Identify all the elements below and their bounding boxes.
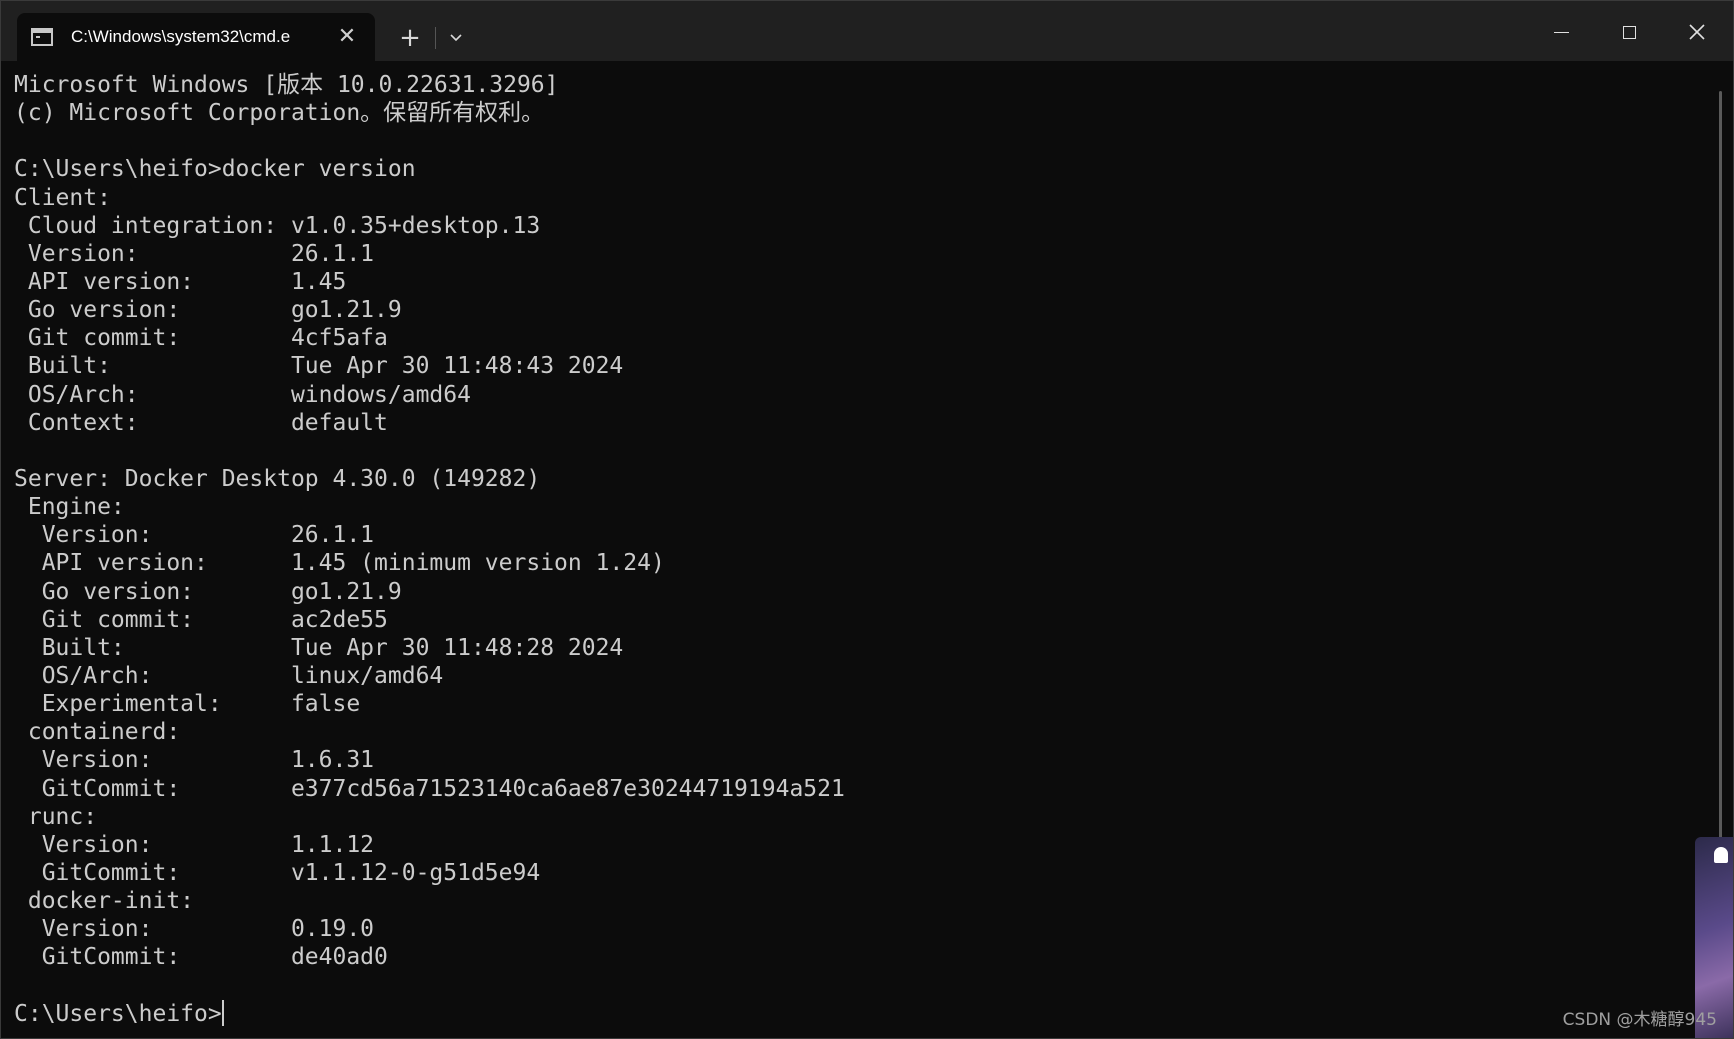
close-window-button[interactable] xyxy=(1663,1,1731,61)
console-line: API version: 1.45 (minimum version 1.24) xyxy=(14,550,665,577)
console-line: Microsoft Windows [版本 10.0.22631.3296] xyxy=(14,72,559,98)
console-output[interactable]: Microsoft Windows [版本 10.0.22631.3296] (c… xyxy=(14,71,1694,1031)
console-line: Go version: go1.21.9 xyxy=(14,297,402,324)
console-line: docker-init: xyxy=(14,888,195,915)
chevron-down-icon[interactable] xyxy=(439,21,473,55)
console-line: Version: 1.6.31 xyxy=(14,747,375,774)
console-line: Built: Tue Apr 30 11:48:28 2024 xyxy=(14,634,624,661)
console-line: Version: 0.19.0 xyxy=(14,916,375,943)
maximize-icon xyxy=(1623,26,1636,39)
console-line: Client: xyxy=(14,184,111,211)
console-line: GitCommit: e377cd56a71523140ca6ae87e3024… xyxy=(14,775,845,802)
new-tab-button[interactable]: + xyxy=(393,21,427,55)
bell-icon xyxy=(1714,847,1728,863)
console-line: C:\Users\heifo>docker version xyxy=(14,156,416,183)
console-line: GitCommit: de40ad0 xyxy=(14,944,388,971)
console-line: Version: 26.1.1 xyxy=(14,240,375,267)
tab-title: C:\Windows\system32\cmd.e xyxy=(71,27,291,46)
console-line: Built: Tue Apr 30 11:48:43 2024 xyxy=(14,353,624,380)
console-line: Git commit: ac2de55 xyxy=(14,606,388,633)
console-line: Version: 26.1.1 xyxy=(14,522,375,549)
terminal-window: C:\Windows\system32\cmd.e ✕ + Microsoft … xyxy=(0,0,1734,1039)
maximize-button[interactable] xyxy=(1595,1,1663,61)
tab-divider xyxy=(435,27,436,49)
close-tab-icon[interactable]: ✕ xyxy=(333,23,361,51)
console-line: containerd: xyxy=(14,719,181,746)
console-line: API version: 1.45 xyxy=(14,268,347,295)
close-icon xyxy=(1689,24,1705,40)
console-line: Engine: xyxy=(14,494,125,521)
console-line: OS/Arch: linux/amd64 xyxy=(14,662,444,689)
console-line: Cloud integration: v1.0.35+desktop.13 xyxy=(14,212,541,239)
console-line: Context: default xyxy=(14,409,388,436)
terminal-icon xyxy=(31,28,53,46)
console-line: runc: xyxy=(14,803,98,830)
watermark: CSDN @木糖醇945 xyxy=(1562,1010,1717,1030)
minimize-button[interactable] xyxy=(1527,1,1595,61)
tab-cmd[interactable]: C:\Windows\system32\cmd.e ✕ xyxy=(17,13,375,61)
console-line: (c) Microsoft Corporation。保留所有权利。 xyxy=(14,100,545,127)
text-cursor xyxy=(221,999,224,1026)
console-line: GitCommit: v1.1.12-0-g51d5e94 xyxy=(14,859,541,886)
console-line: OS/Arch: windows/amd64 xyxy=(14,381,471,408)
minimize-icon xyxy=(1554,32,1569,33)
console-prompt: C:\Users\heifo> xyxy=(14,1000,222,1027)
console-prompt-line[interactable]: C:\Users\heifo> xyxy=(14,999,1694,1028)
console-line: Experimental: false xyxy=(14,691,361,718)
console-line: Version: 1.1.12 xyxy=(14,831,375,858)
console-line: Go version: go1.21.9 xyxy=(14,578,402,605)
console-line: Git commit: 4cf5afa xyxy=(14,325,388,352)
console-line: Server: Docker Desktop 4.30.0 (149282) xyxy=(14,465,541,492)
title-bar: C:\Windows\system32\cmd.e ✕ + xyxy=(1,1,1733,61)
